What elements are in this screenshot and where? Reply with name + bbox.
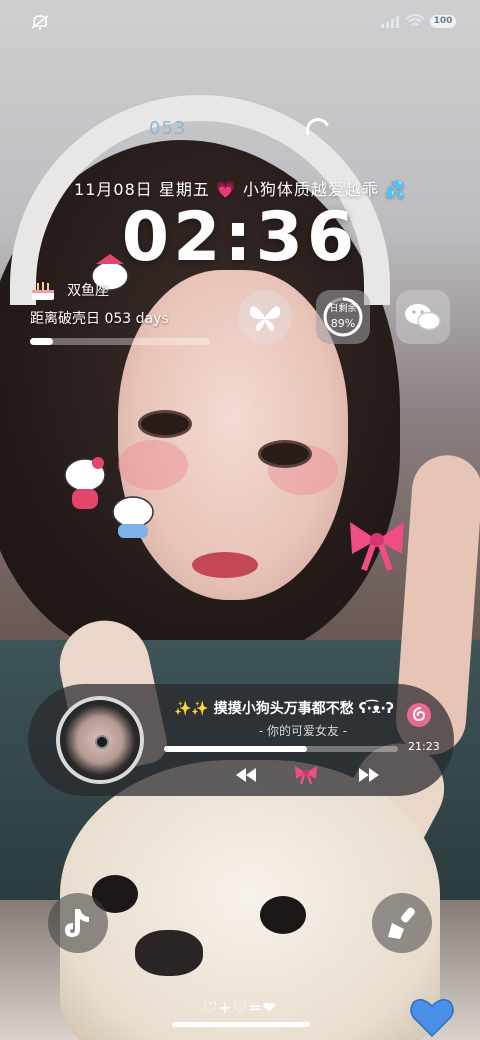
pink-bow-sticker-icon <box>350 522 404 572</box>
brush-icon <box>388 907 415 939</box>
tiktok-icon <box>65 909 89 937</box>
wallpaper-dog-eye-right <box>260 896 306 934</box>
song-title: ✨✨ 摸摸小狗头万事都不愁 ʕ·͡ᴥ·ʔ <box>174 701 394 717</box>
birthday-progress-track <box>30 338 210 345</box>
date-line: 11月08日 星期五 💗 小狗体质越爱越乖 💦 <box>74 180 406 199</box>
wallpaper-lips <box>192 552 258 578</box>
birthday-widget[interactable]: 双鱼座 距离破壳日 053 days <box>30 278 220 345</box>
seek-bar[interactable] <box>164 746 398 752</box>
disc-center <box>95 735 109 749</box>
wechat-shortcut[interactable] <box>396 290 450 344</box>
home-indicator[interactable] <box>172 1022 310 1027</box>
butterfly-icon <box>249 306 281 331</box>
previous-track-icon[interactable] <box>236 768 256 782</box>
mute-icon <box>31 15 49 30</box>
wallpaper-dog-nose <box>135 930 203 976</box>
hello-kitty-sticker-icon <box>64 457 106 509</box>
day-remaining-widget[interactable]: 日剩余 89% <box>316 290 370 344</box>
birthday-countdown: 距离破壳日 053 days <box>30 311 169 327</box>
blue-heart-icon <box>410 999 454 1038</box>
tiktok-shortcut[interactable] <box>48 893 108 953</box>
zodiac-label: 双鱼座 <box>67 283 110 299</box>
wallpaper-eye-left <box>138 410 192 438</box>
album-disc[interactable] <box>56 696 144 784</box>
netease-music-icon[interactable] <box>406 702 432 728</box>
signal-icon <box>381 16 399 28</box>
track-duration: 21:23 <box>408 740 440 753</box>
counter-number: 053 <box>149 118 187 139</box>
day-remaining-label: 日剩余 <box>329 304 357 314</box>
day-remaining-percent: 89% <box>330 317 356 330</box>
wifi-icon <box>405 14 425 26</box>
birthday-progress-fill <box>30 338 54 345</box>
sanrio-sticker-icon <box>112 496 154 538</box>
seek-bar-fill <box>164 746 307 752</box>
song-artist: - 你的可爱女友 - <box>258 724 348 738</box>
battery-indicator: 100 <box>430 15 456 28</box>
status-bar: 100 <box>0 0 480 44</box>
play-pause-bow-icon[interactable] <box>293 764 319 784</box>
wechat-icon <box>405 304 441 331</box>
cake-icon <box>32 282 54 300</box>
music-player-card[interactable]: ✨✨ 摸摸小狗头万事都不愁 ʕ·͡ᴥ·ʔ - 你的可爱女友 - 21:23 <box>28 684 454 796</box>
wallpaper-eye-right <box>258 440 312 468</box>
clock-time[interactable]: 02:36 <box>0 198 480 277</box>
wallpaper-cheek-left <box>118 440 188 490</box>
next-track-icon[interactable] <box>359 768 379 782</box>
butterfly-shortcut[interactable] <box>238 290 292 344</box>
brush-shortcut[interactable] <box>372 893 432 953</box>
wallpaper <box>0 0 480 1040</box>
